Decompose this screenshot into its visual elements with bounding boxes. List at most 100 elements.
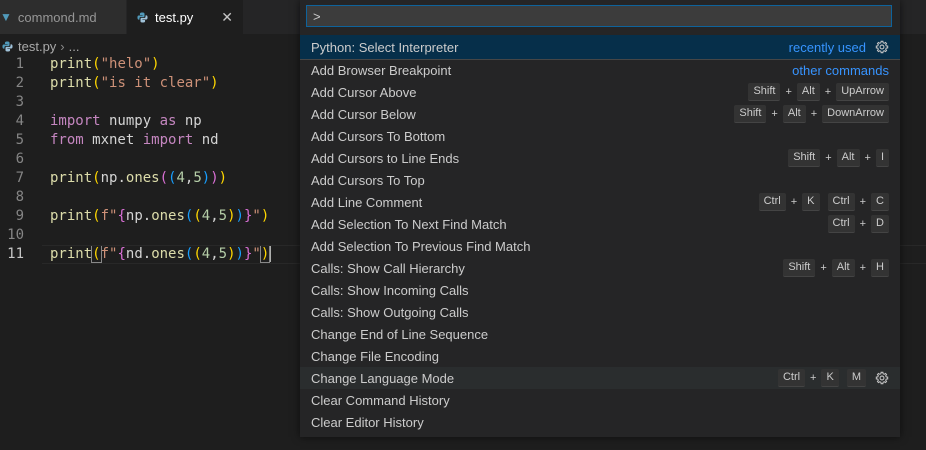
key-cap: D — [871, 215, 889, 233]
line-number: 6 — [15, 151, 24, 167]
breadcrumb-more[interactable]: ... — [69, 39, 80, 54]
key-cap: Ctrl — [777, 369, 806, 387]
command-detail: Shift + Alt + UpArrow — [748, 83, 889, 101]
keybinding: Shift + Alt + UpArrow — [748, 83, 889, 101]
command-item[interactable]: Calls: Show Incoming Calls — [300, 279, 900, 301]
command-item[interactable]: Change Language Mode Ctrl + K M — [300, 367, 900, 389]
key-cap: Shift — [748, 83, 781, 101]
gear-icon[interactable] — [875, 40, 889, 54]
command-item[interactable]: Add Line Comment Ctrl + K Ctrl + C — [300, 191, 900, 213]
key-separator: + — [859, 218, 867, 230]
command-detail: recently used — [789, 40, 889, 55]
keybinding: Ctrl + C — [827, 193, 889, 211]
key-cap: K — [802, 193, 820, 211]
key-separator: + — [859, 262, 867, 274]
key-cap: Shift — [783, 259, 816, 277]
tab-label: commond.md — [17, 9, 97, 25]
markdown-file-icon: ▼ — [0, 10, 12, 24]
key-cap: Alt — [831, 259, 855, 277]
command-label: Add Cursor Below — [311, 106, 416, 122]
command-label: Change Language Mode — [311, 370, 455, 386]
command-item[interactable]: Add Cursors to Line Ends Shift + Alt + I — [300, 147, 900, 169]
code-text: print("helo") — [50, 56, 160, 72]
code-text: print(f"{nd.ones((4,5))}") — [50, 245, 272, 263]
command-item[interactable]: Add Cursors To Bottom — [300, 125, 900, 147]
key-separator: + — [824, 86, 832, 98]
command-label: Add Cursor Above — [311, 84, 417, 100]
command-palette: Python: Select Interpreter recently used A… — [300, 0, 900, 437]
key-cap: Alt — [796, 83, 820, 101]
command-item[interactable]: Python: Select Interpreter recently used — [300, 35, 900, 59]
chevron-right-icon: › — [60, 38, 65, 54]
command-item[interactable]: Calls: Show Outgoing Calls — [300, 301, 900, 323]
text-cursor — [269, 246, 272, 262]
line-number: 9 — [15, 208, 24, 224]
line-number: 7 — [15, 170, 24, 186]
command-item[interactable]: Add Selection To Next Find Match Ctrl + D — [300, 213, 900, 235]
command-item[interactable]: Calls: Show Call Hierarchy Shift + Alt + H — [300, 257, 900, 279]
line-number: 4 — [15, 113, 24, 129]
key-separator: + — [790, 196, 798, 208]
keybinding: Ctrl + D — [827, 215, 889, 233]
key-separator: + — [864, 152, 871, 164]
tab-test-py[interactable]: test.py ✕ — [127, 0, 243, 34]
key-cap: H — [871, 259, 889, 277]
key-cap: Ctrl — [827, 193, 855, 211]
command-item[interactable]: Add Cursors To Top — [300, 169, 900, 191]
python-file-icon — [2, 40, 13, 52]
command-detail: other commands — [792, 63, 889, 78]
close-icon[interactable]: ✕ — [221, 9, 233, 26]
command-item[interactable]: Clear Editor History — [300, 411, 900, 433]
line-number: 2 — [15, 75, 24, 91]
key-cap: Ctrl — [827, 215, 855, 233]
command-label: Add Cursors To Bottom — [311, 128, 446, 144]
command-label: Add Line Comment — [311, 194, 423, 210]
command-label: Clear Command History — [311, 392, 450, 408]
key-separator: + — [859, 196, 867, 208]
key-cap: Alt — [836, 149, 860, 167]
line-number: 8 — [15, 189, 24, 205]
keybinding: Ctrl + K — [777, 369, 839, 387]
code-text: print("is it clear") — [50, 75, 219, 91]
command-label: Add Selection To Previous Find Match — [311, 238, 531, 254]
command-palette-input[interactable] — [306, 5, 892, 27]
keybinding: Shift + Alt + DownArrow — [734, 105, 889, 123]
key-separator: + — [785, 86, 792, 98]
tab-commond-md[interactable]: ▼ commond.md — [0, 0, 126, 34]
command-item[interactable]: Change End of Line Sequence — [300, 323, 900, 345]
key-cap: Alt — [782, 105, 806, 123]
key-cap: K — [821, 369, 839, 387]
command-label: Calls: Show Incoming Calls — [311, 282, 469, 298]
command-detail: Shift + Alt + I — [788, 149, 889, 167]
command-item[interactable]: Add Cursor Below Shift + Alt + DownArrow — [300, 103, 900, 125]
command-detail: Ctrl + K Ctrl + C — [758, 193, 889, 211]
command-label: Change File Encoding — [311, 348, 439, 364]
breadcrumb: test.py › ... — [0, 35, 79, 57]
command-item[interactable]: Add Browser Breakpoint other commands — [300, 59, 900, 81]
command-item[interactable]: Add Cursor Above Shift + Alt + UpArrow — [300, 81, 900, 103]
command-item[interactable]: Clear Command History — [300, 389, 900, 411]
code-text: from mxnet import nd — [50, 132, 219, 148]
command-group-label: other commands — [792, 63, 889, 78]
breadcrumb-file[interactable]: test.py — [18, 39, 56, 54]
key-cap: UpArrow — [836, 83, 889, 101]
keybinding: Ctrl + K — [758, 193, 820, 211]
keybinding: Shift + Alt + I — [788, 149, 889, 167]
command-detail: Shift + Alt + H — [783, 259, 889, 277]
command-label: Add Browser Breakpoint — [311, 63, 452, 78]
key-separator: + — [820, 262, 827, 274]
keybinding: Shift + Alt + H — [783, 259, 889, 277]
key-cap: DownArrow — [822, 105, 889, 123]
gear-icon[interactable] — [875, 371, 889, 385]
line-number: 5 — [15, 132, 24, 148]
command-item[interactable]: Add Selection To Previous Find Match — [300, 235, 900, 257]
command-label: Add Selection To Next Find Match — [311, 216, 507, 232]
command-label: Add Cursors To Top — [311, 172, 425, 188]
command-label: Calls: Show Outgoing Calls — [311, 304, 469, 320]
command-item[interactable]: Change File Encoding — [300, 345, 900, 367]
command-label: Add Cursors to Line Ends — [311, 150, 460, 166]
line-number: 11 — [7, 246, 24, 262]
code-text: print(np.ones((4,5))) — [50, 170, 228, 186]
key-cap: Shift — [788, 149, 821, 167]
command-label: Change End of Line Sequence — [311, 326, 489, 342]
